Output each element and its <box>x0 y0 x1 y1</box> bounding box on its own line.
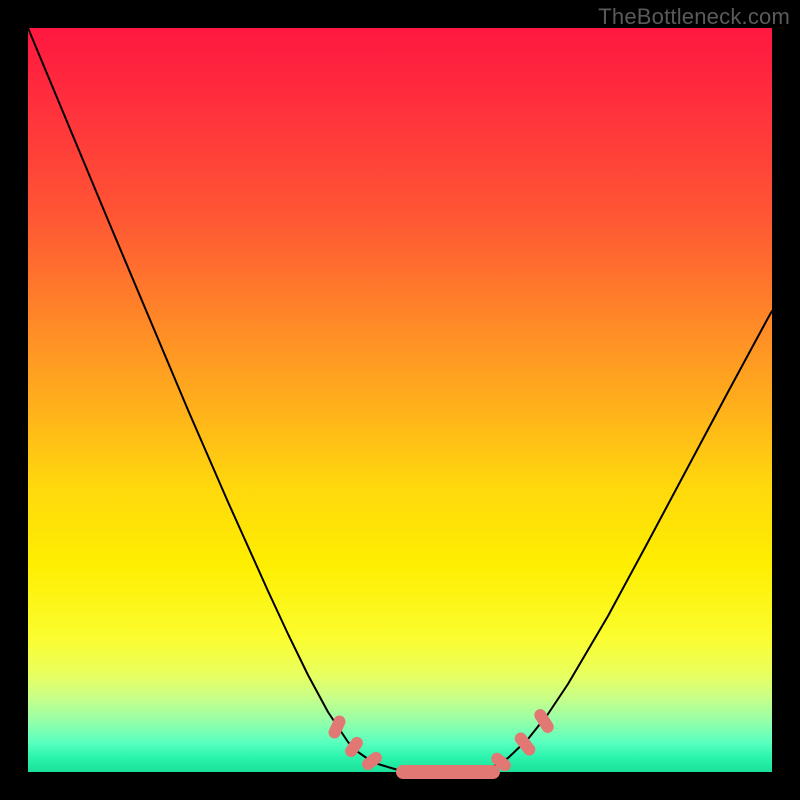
curve-right-branch <box>488 311 772 769</box>
watermark-text: TheBottleneck.com <box>598 4 790 30</box>
pill-right-2 <box>512 730 537 758</box>
pill-valley-bar <box>396 765 500 779</box>
pill-left-3 <box>360 749 385 772</box>
curve-left-branch <box>28 28 418 772</box>
plot-area <box>28 28 772 772</box>
bottleneck-curve-svg <box>28 28 772 772</box>
outer-frame: TheBottleneck.com <box>0 0 800 800</box>
